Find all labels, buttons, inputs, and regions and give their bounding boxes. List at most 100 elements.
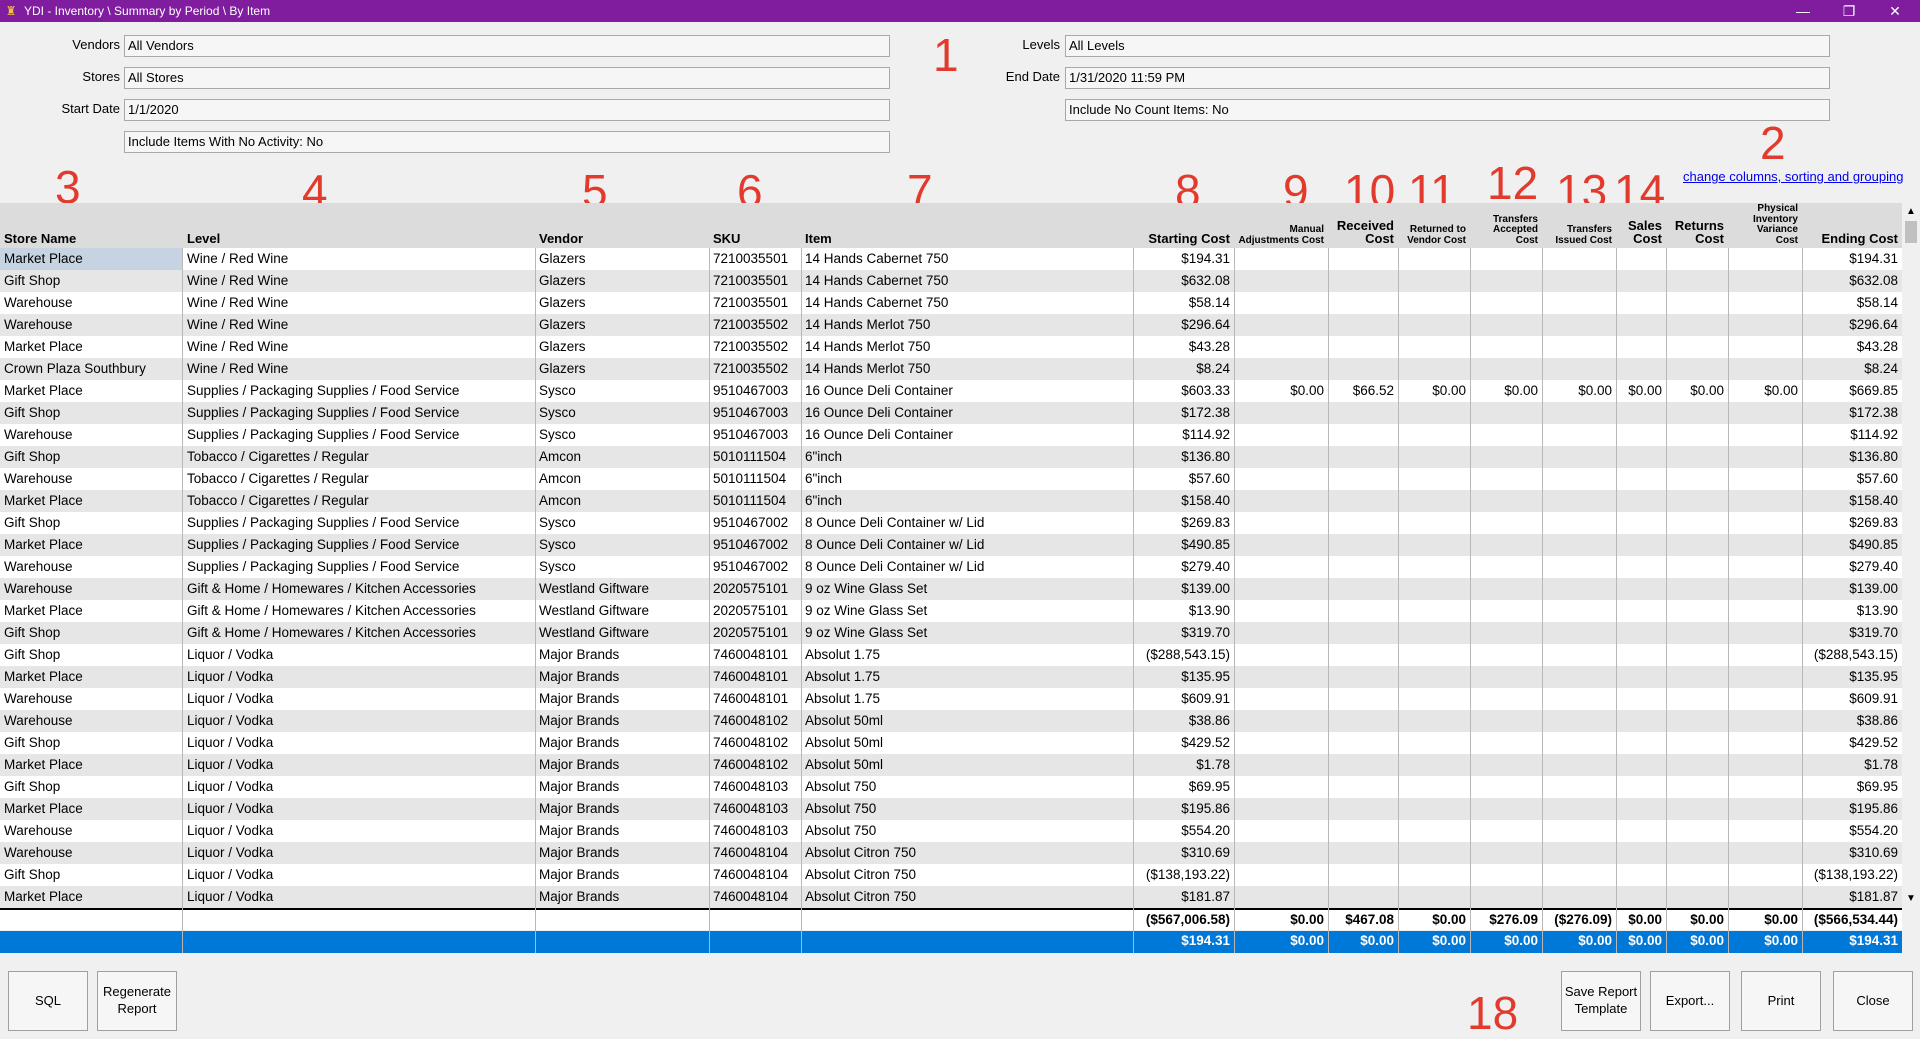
cell-end: $172.38 bbox=[1849, 405, 1898, 420]
close-icon[interactable]: ✕ bbox=[1872, 0, 1918, 22]
cell-vendor: Glazers bbox=[539, 251, 586, 266]
cell-rc bbox=[1328, 490, 1398, 512]
cell-store: Market Place bbox=[4, 383, 83, 398]
cell-end: $114.92 bbox=[1850, 427, 1898, 442]
minimize-icon[interactable]: — bbox=[1780, 0, 1826, 22]
cell-store: Warehouse bbox=[4, 823, 73, 838]
cell-pv bbox=[1728, 820, 1802, 842]
cell-end: $181.87 bbox=[1849, 889, 1898, 904]
cell-rc bbox=[1328, 710, 1398, 732]
cell-vendor: Sysco bbox=[539, 383, 576, 398]
total-manual-adj: $0.00 bbox=[1290, 912, 1324, 927]
print-button[interactable]: Print bbox=[1741, 971, 1821, 1031]
cell-vendor: Major Brands bbox=[539, 757, 620, 772]
cell-level: Wine / Red Wine bbox=[187, 273, 289, 288]
include-no-activity-field[interactable]: Include Items With No Activity: No bbox=[124, 131, 890, 153]
cell-store: Market Place bbox=[4, 889, 83, 904]
cell-sa bbox=[1616, 446, 1666, 468]
close-button[interactable]: Close bbox=[1833, 971, 1913, 1031]
col-physical-variance[interactable]: Physical Inventory Variance Cost bbox=[1728, 203, 1802, 248]
cell-pv bbox=[1728, 292, 1802, 314]
cell-sa bbox=[1616, 776, 1666, 798]
sel-total-sales: $0.00 bbox=[1628, 933, 1662, 948]
col-level[interactable]: Level bbox=[183, 203, 535, 248]
levels-field[interactable]: All Levels bbox=[1065, 35, 1830, 57]
cell-ti bbox=[1542, 666, 1616, 688]
col-ending-cost[interactable]: Ending Cost bbox=[1802, 203, 1902, 248]
vendors-field[interactable]: All Vendors bbox=[124, 35, 890, 57]
col-manual-adjustments[interactable]: Manual Adjustments Cost bbox=[1234, 203, 1328, 248]
col-vendor[interactable]: Vendor bbox=[535, 203, 709, 248]
cell-ta bbox=[1470, 688, 1542, 710]
total-starting-cost: ($567,006.58) bbox=[1145, 912, 1230, 927]
cell-vendor: Sysco bbox=[539, 559, 576, 574]
end-date-field[interactable]: 1/31/2020 11:59 PM bbox=[1065, 67, 1830, 89]
col-received-cost[interactable]: Received Cost bbox=[1328, 203, 1398, 248]
cell-sa bbox=[1616, 534, 1666, 556]
col-sales-cost[interactable]: Sales Cost bbox=[1616, 203, 1666, 248]
cell-rc bbox=[1328, 776, 1398, 798]
col-sku[interactable]: SKU bbox=[709, 203, 801, 248]
export-button[interactable]: Export... bbox=[1650, 971, 1730, 1031]
change-columns-link[interactable]: change columns, sorting and grouping bbox=[1683, 169, 1903, 184]
col-starting-cost[interactable]: Starting Cost bbox=[1133, 203, 1234, 248]
cell-store: Crown Plaza Southbury bbox=[4, 361, 146, 376]
include-no-count-field[interactable]: Include No Count Items: No bbox=[1065, 99, 1830, 121]
title-bar: ♜ YDI - Inventory \ Summary by Period \ … bbox=[0, 0, 1920, 22]
app-logo-icon: ♜ bbox=[5, 4, 17, 18]
cell-m bbox=[1234, 578, 1328, 600]
cell-level: Supplies / Packaging Supplies / Food Ser… bbox=[187, 383, 460, 398]
cell-ta bbox=[1470, 468, 1542, 490]
cell-re bbox=[1666, 358, 1728, 380]
cell-sku: 7210035501 bbox=[713, 251, 789, 266]
cell-item: 14 Hands Cabernet 750 bbox=[805, 295, 949, 310]
regenerate-report-button[interactable]: Regenerate Report bbox=[97, 971, 177, 1031]
vertical-scrollbar[interactable]: ▲ ▼ bbox=[1902, 203, 1920, 908]
stores-field[interactable]: All Stores bbox=[124, 67, 890, 89]
cell-store: Market Place bbox=[0, 248, 183, 270]
cell-ti bbox=[1542, 556, 1616, 578]
cell-start: $609.91 bbox=[1181, 691, 1230, 706]
cell-item: Absolut Citron 750 bbox=[805, 889, 917, 904]
cell-item: Absolut 1.75 bbox=[805, 691, 881, 706]
cell-start: $554.20 bbox=[1181, 823, 1230, 838]
cell-rc bbox=[1328, 578, 1398, 600]
scroll-thumb[interactable] bbox=[1905, 221, 1917, 243]
cell-rv bbox=[1398, 798, 1470, 820]
cell-rc bbox=[1328, 402, 1398, 424]
cell-m bbox=[1234, 666, 1328, 688]
cell-rc bbox=[1328, 512, 1398, 534]
cell-ti bbox=[1542, 886, 1616, 908]
start-date-field[interactable]: 1/1/2020 bbox=[124, 99, 890, 121]
cell-item: 14 Hands Merlot 750 bbox=[805, 361, 931, 376]
cell-rv bbox=[1398, 292, 1470, 314]
cell-pv bbox=[1728, 468, 1802, 490]
cell-store: Gift Shop bbox=[4, 779, 61, 794]
cell-store: Market Place bbox=[4, 801, 83, 816]
save-report-template-button[interactable]: Save Report Template bbox=[1561, 971, 1641, 1031]
maximize-icon[interactable]: ❐ bbox=[1826, 0, 1872, 22]
cell-sa bbox=[1616, 666, 1666, 688]
cell-store: Market Place bbox=[4, 537, 83, 552]
cell-rv bbox=[1398, 842, 1470, 864]
col-transfers-issued[interactable]: Transfers Issued Cost bbox=[1542, 203, 1616, 248]
cell-item: 14 Hands Merlot 750 bbox=[805, 339, 931, 354]
cell-store: Gift Shop bbox=[4, 449, 61, 464]
cell-start: $195.86 bbox=[1181, 801, 1230, 816]
cell-ti bbox=[1542, 688, 1616, 710]
scroll-down-icon[interactable]: ▼ bbox=[1902, 890, 1920, 908]
sql-button[interactable]: SQL bbox=[8, 971, 88, 1031]
cell-re bbox=[1666, 710, 1728, 732]
cell-rv bbox=[1398, 732, 1470, 754]
cell-m bbox=[1234, 490, 1328, 512]
col-returned-vendor[interactable]: Returned to Vendor Cost bbox=[1398, 203, 1470, 248]
cell-ta bbox=[1470, 864, 1542, 886]
cell-item: Absolut Citron 750 bbox=[805, 867, 917, 882]
scroll-up-icon[interactable]: ▲ bbox=[1902, 203, 1920, 221]
col-returns-cost[interactable]: Returns Cost bbox=[1666, 203, 1728, 248]
col-transfers-accepted[interactable]: Transfers Accepted Cost bbox=[1470, 203, 1542, 248]
col-store-name[interactable]: Store Name bbox=[0, 203, 183, 248]
col-item[interactable]: Item bbox=[801, 203, 1133, 248]
cell-end: $8.24 bbox=[1864, 361, 1898, 376]
annotation-1: 1 bbox=[933, 29, 959, 81]
